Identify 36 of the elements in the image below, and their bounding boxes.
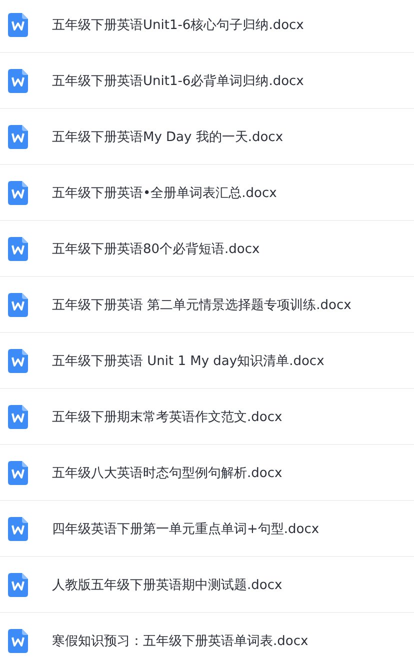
file-name: 四年级英语下册第一单元重点单词+句型.docx [52,520,320,538]
word-file-icon [8,12,28,36]
file-name: 五年级下册英语Unit1-6必背单词归纳.docx [52,72,304,90]
word-file-icon [8,516,28,540]
file-name: 五年级下册英语 Unit 1 My day知识清单.docx [52,352,324,370]
file-name: 五年级下册英语Unit1-6核心句子归纳.docx [52,16,304,34]
file-row[interactable]: 五年级下册英语My Day 我的一天.docx [0,109,414,165]
file-row[interactable]: 五年级下册英语•全册单词表汇总.docx [0,165,414,221]
file-row[interactable]: 五年级下册英语 Unit 1 My day知识清单.docx [0,333,414,389]
word-file-icon [8,180,28,204]
word-file-icon [8,460,28,484]
file-name: 五年级下册英语•全册单词表汇总.docx [52,184,277,202]
word-file-icon [8,572,28,596]
file-name: 人教版五年级下册英语期中测试题.docx [52,576,282,594]
file-row[interactable]: 五年级下册英语80个必背短语.docx [0,221,414,277]
word-file-icon [8,292,28,316]
word-file-icon [8,68,28,92]
file-name: 五年级下册英语80个必背短语.docx [52,240,260,258]
file-name: 五年级下册英语My Day 我的一天.docx [52,128,284,146]
file-row[interactable]: 五年级下册英语Unit1-6必背单词归纳.docx [0,53,414,109]
file-row[interactable]: 四年级英语下册第一单元重点单词+句型.docx [0,501,414,557]
word-file-icon [8,124,28,148]
file-name: 寒假知识预习：五年级下册英语单词表.docx [52,632,308,650]
word-file-icon [8,628,28,652]
file-row[interactable]: 五年级八大英语时态句型例句解析.docx [0,445,414,501]
word-file-icon [8,404,28,428]
file-name: 五年级下册英语 第二单元情景选择题专项训练.docx [52,296,352,314]
file-row[interactable]: 五年级下册期末常考英语作文范文.docx [0,389,414,445]
file-row[interactable]: 五年级下册英语Unit1-6核心句子归纳.docx [0,0,414,53]
file-row[interactable]: 五年级下册英语 第二单元情景选择题专项训练.docx [0,277,414,333]
word-file-icon [8,236,28,260]
word-file-icon [8,348,28,372]
file-name: 五年级八大英语时态句型例句解析.docx [52,464,282,482]
file-row[interactable]: 寒假知识预习：五年级下册英语单词表.docx [0,613,414,665]
file-row[interactable]: 人教版五年级下册英语期中测试题.docx [0,557,414,613]
file-name: 五年级下册期末常考英语作文范文.docx [52,408,282,426]
